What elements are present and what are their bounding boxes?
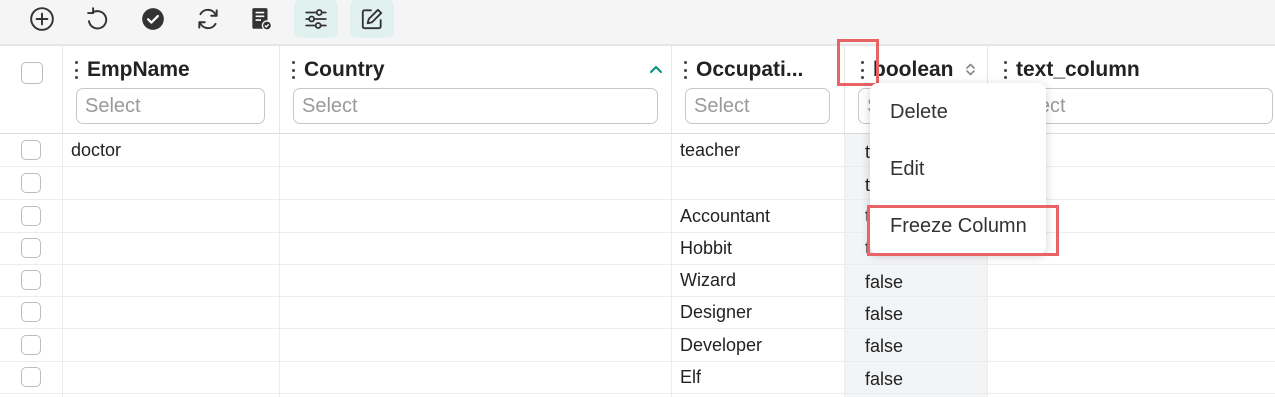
cell-occupation[interactable]: Designer — [672, 296, 845, 328]
column-title: Country — [290, 58, 385, 82]
cell-occupation[interactable]: Developer — [672, 329, 845, 361]
cell-country[interactable] — [280, 167, 672, 199]
column-label-boolean: boolean — [873, 58, 954, 81]
sort-ascending-icon[interactable] — [649, 64, 663, 74]
filter-settings-button[interactable] — [294, 0, 338, 38]
column-menu-icon[interactable] — [290, 61, 296, 79]
table-row[interactable]: doctor teacher t — [0, 134, 1275, 167]
table-row[interactable]: t — [0, 167, 1275, 200]
cell-empname[interactable] — [63, 296, 280, 328]
table-row[interactable]: Accountant t — [0, 200, 1275, 233]
check-circle-icon — [142, 8, 164, 30]
cell-country[interactable] — [280, 361, 672, 393]
cell-country[interactable] — [280, 200, 672, 232]
cell-country[interactable] — [280, 329, 672, 361]
column-menu-icon[interactable] — [73, 61, 79, 79]
cell-empname[interactable] — [63, 167, 280, 199]
cell-empname[interactable] — [63, 329, 280, 361]
cell-empname[interactable] — [63, 200, 280, 232]
header-select-all — [0, 46, 63, 134]
cell-country[interactable] — [280, 296, 672, 328]
undo-icon — [87, 7, 108, 30]
column-menu-icon[interactable] — [682, 61, 688, 79]
document-check-icon — [252, 8, 273, 31]
add-button[interactable] — [20, 0, 64, 38]
filter-input-country[interactable] — [293, 88, 658, 124]
select-all-checkbox[interactable] — [21, 62, 43, 84]
table-row[interactable]: Wizard false — [0, 264, 1275, 297]
table-row[interactable]: Elf false — [0, 361, 1275, 394]
validate-button[interactable] — [239, 0, 283, 38]
cell-boolean[interactable]: false — [857, 361, 988, 393]
column-menu-icon[interactable] — [1002, 61, 1008, 79]
cell-occupation[interactable]: Wizard — [672, 264, 845, 296]
row-checkbox[interactable] — [21, 140, 41, 160]
refresh-button[interactable] — [186, 0, 230, 38]
filter-input-occupation[interactable] — [685, 88, 830, 124]
cell-boolean[interactable]: false — [857, 264, 988, 296]
column-title: text_column — [1002, 58, 1140, 82]
cell-empname[interactable] — [63, 361, 280, 393]
cell-boolean[interactable]: false — [857, 329, 988, 361]
cell-empname[interactable] — [63, 232, 280, 264]
cell-occupation[interactable] — [672, 167, 845, 199]
cell-country[interactable] — [280, 232, 672, 264]
table-row[interactable]: Hobbit t — [0, 232, 1275, 265]
row-checkbox[interactable] — [21, 270, 41, 290]
table-row[interactable]: Designer false — [0, 296, 1275, 329]
row-checkbox[interactable] — [21, 367, 41, 387]
cell-occupation[interactable]: teacher — [672, 134, 845, 166]
save-button[interactable] — [131, 0, 175, 38]
cell-country[interactable] — [280, 264, 672, 296]
cell-empname[interactable]: doctor — [63, 134, 280, 166]
cell-occupation[interactable]: Hobbit — [672, 232, 845, 264]
column-menu-highlight — [837, 39, 879, 86]
column-label-empname: EmpName — [87, 58, 190, 81]
menu-item-delete[interactable]: Delete — [870, 92, 1046, 132]
row-checkbox[interactable] — [21, 335, 41, 355]
edit-icon — [361, 8, 383, 30]
cell-occupation[interactable]: Accountant — [672, 200, 845, 232]
column-label-occupation: Occupati... — [696, 58, 804, 81]
cell-boolean[interactable]: false — [857, 296, 988, 328]
edit-button[interactable] — [350, 0, 394, 38]
table-row[interactable]: Developer false — [0, 329, 1275, 362]
column-label-country: Country — [304, 58, 385, 81]
column-title: Occupati... — [682, 58, 803, 82]
row-checkbox[interactable] — [21, 302, 41, 322]
column-header-occupation: Occupati... — [672, 46, 845, 134]
column-header-empname: EmpName — [63, 46, 280, 134]
row-checkbox[interactable] — [21, 206, 41, 226]
freeze-column-highlight — [867, 205, 1059, 256]
toolbar — [0, 0, 1275, 46]
row-checkbox[interactable] — [21, 173, 41, 193]
plus-circle-icon — [30, 7, 54, 31]
menu-item-edit[interactable]: Edit — [870, 149, 1046, 189]
column-label-text-column: text_column — [1016, 58, 1140, 81]
sort-both-icon[interactable] — [965, 62, 976, 77]
column-header-country: Country — [280, 46, 672, 134]
sliders-icon — [305, 9, 327, 29]
data-grid: EmpName Country Occupati... boolean text… — [0, 46, 1275, 397]
cell-country[interactable] — [280, 134, 672, 166]
filter-input-empname[interactable] — [76, 88, 265, 124]
cell-empname[interactable] — [63, 264, 280, 296]
undo-button[interactable] — [75, 0, 119, 38]
column-title: EmpName — [73, 58, 190, 82]
row-checkbox[interactable] — [21, 238, 41, 258]
refresh-icon — [198, 8, 218, 30]
cell-occupation[interactable]: Elf — [672, 361, 845, 393]
